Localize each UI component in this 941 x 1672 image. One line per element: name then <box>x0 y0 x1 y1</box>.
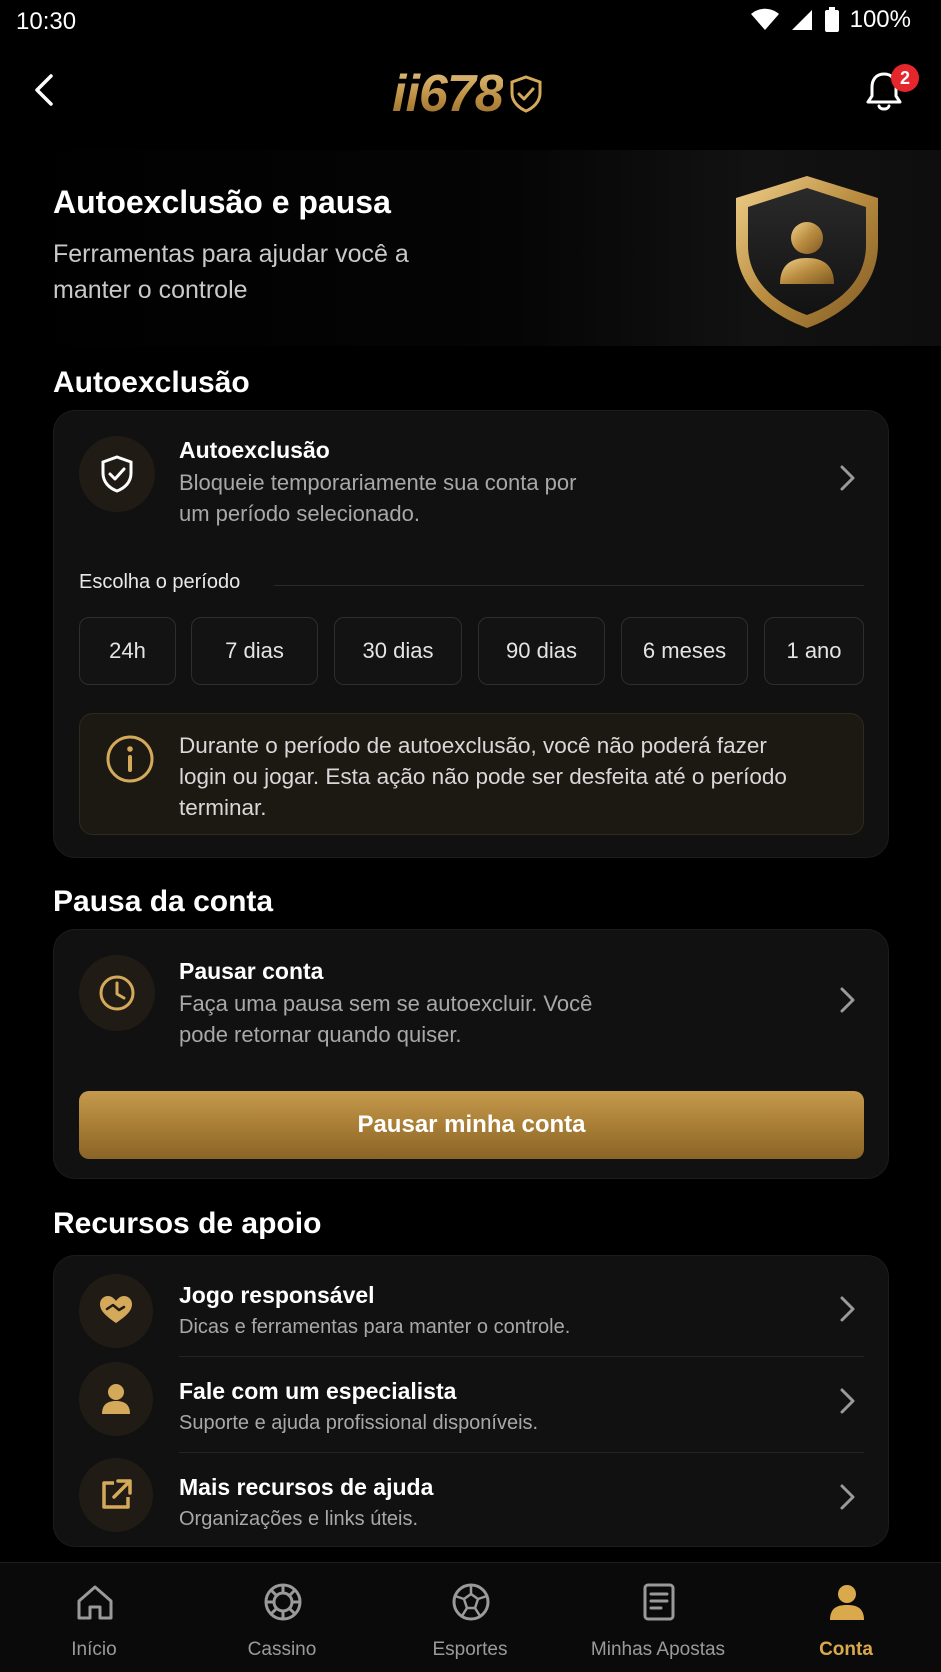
handshake-heart-icon <box>100 1296 132 1323</box>
wifi-icon <box>750 8 779 30</box>
brand-logo: ii678 <box>392 64 543 124</box>
nav-label: Início <box>71 1639 117 1660</box>
support-resources-card: Jogo responsável Dicas e ferramentas par… <box>53 1255 889 1547</box>
battery-percent: 100% <box>849 6 911 33</box>
chevron-right-icon <box>840 1296 855 1322</box>
page-subtitle: Ferramentas para ajudar você a manter o … <box>53 240 409 304</box>
warning-box: Durante o período de autoexclusão, você … <box>79 713 864 835</box>
person-icon <box>102 1384 130 1414</box>
support-item-subtitle: Suporte e ajuda profissional disponíveis… <box>179 1412 539 1434</box>
period-option-30-days[interactable]: 30 dias <box>334 617 462 685</box>
section-title-account-pause: Pausa da conta <box>53 885 274 918</box>
account-pause-card: Pausar conta Faça uma pausa sem se autoe… <box>53 929 889 1179</box>
period-option-1-year[interactable]: 1 ano <box>764 617 864 685</box>
chevron-right-icon <box>840 1388 855 1414</box>
support-icon-wrap <box>79 1274 153 1348</box>
support-item-specialist[interactable]: Fale com um especialista Suporte e ajuda… <box>54 1356 890 1452</box>
shield-check-icon <box>510 75 542 113</box>
section-title-self-exclusion: Autoexclusão <box>53 366 250 399</box>
support-item-title: Mais recursos de ajuda <box>179 1474 434 1500</box>
chevron-right-icon[interactable] <box>834 985 860 1015</box>
info-icon <box>106 735 154 783</box>
user-icon <box>830 1585 864 1620</box>
nav-item-sports[interactable]: Esportes <box>376 1563 564 1672</box>
top-bar: ii678 2 <box>0 56 941 136</box>
self-exclusion-row-subtitle: Bloqueie temporariamente sua conta por u… <box>179 470 577 526</box>
chevron-right-icon <box>840 1484 855 1510</box>
nav-label: Esportes <box>432 1639 508 1660</box>
notification-badge: 2 <box>891 64 919 92</box>
pause-icon-wrap <box>79 955 155 1031</box>
document-icon <box>643 1583 675 1621</box>
clock-icon <box>99 975 135 1011</box>
support-item-subtitle: Organizações e links úteis. <box>179 1508 419 1530</box>
nav-label: Conta <box>819 1639 873 1660</box>
hero-banner: Autoexclusão e pausa Ferramentas para aj… <box>0 150 941 346</box>
section-title-support: Recursos de apoio <box>53 1207 322 1240</box>
pause-row-subtitle: Faça uma pausa sem se autoexcluir. Você … <box>179 991 593 1047</box>
support-item-title: Fale com um especialista <box>179 1378 457 1404</box>
chevron-right-icon[interactable] <box>834 463 860 493</box>
support-item-title: Jogo responsável <box>179 1282 375 1308</box>
period-option-90-days[interactable]: 90 dias <box>478 617 605 685</box>
status-time: 10:30 <box>16 8 77 35</box>
signal-icon <box>791 10 812 30</box>
self-exclusion-card: Autoexclusão Bloqueie temporariamente su… <box>53 410 889 858</box>
warning-text: Durante o período de autoexclusão, você … <box>179 733 787 820</box>
nav-label: Cassino <box>247 1639 317 1660</box>
soccer-ball-icon <box>452 1583 490 1621</box>
bottom-navigation: Início Cassino Esportes Minhas Apostas C… <box>0 1562 941 1672</box>
shield-person-icon <box>736 176 878 328</box>
nav-item-my-bets[interactable]: Minhas Apostas <box>564 1563 752 1672</box>
self-exclusion-row-title: Autoexclusão <box>179 437 330 463</box>
nav-item-home[interactable]: Início <box>0 1563 188 1672</box>
back-button[interactable] <box>24 70 64 110</box>
shield-check-icon <box>101 455 133 493</box>
logo-text: ii678 <box>392 65 504 123</box>
support-icon-wrap <box>79 1458 153 1532</box>
divider <box>274 585 864 586</box>
period-option-6-months[interactable]: 6 meses <box>621 617 748 685</box>
home-icon <box>77 1585 113 1620</box>
battery-icon <box>824 7 839 32</box>
support-item-more-resources[interactable]: Mais recursos de ajuda Organizações e li… <box>54 1452 890 1548</box>
period-option-24h[interactable]: 24h <box>79 617 176 685</box>
nav-item-account[interactable]: Conta <box>752 1563 940 1672</box>
support-item-responsible-gaming[interactable]: Jogo responsável Dicas e ferramentas par… <box>54 1256 890 1352</box>
external-link-icon <box>102 1479 132 1509</box>
period-option-7-days[interactable]: 7 dias <box>191 617 318 685</box>
support-icon-wrap <box>79 1362 153 1436</box>
page-title: Autoexclusão e pausa <box>53 184 391 220</box>
nav-item-casino[interactable]: Cassino <box>188 1563 376 1672</box>
period-label: Escolha o período <box>79 571 241 593</box>
chip-icon <box>264 1583 302 1621</box>
status-bar: 10:30 100% <box>0 0 941 44</box>
pause-account-button[interactable]: Pausar minha conta <box>79 1091 864 1159</box>
support-item-subtitle: Dicas e ferramentas para manter o contro… <box>179 1316 571 1338</box>
self-exclusion-icon-wrap <box>79 436 155 512</box>
pause-row-title: Pausar conta <box>179 958 324 984</box>
nav-label: Minhas Apostas <box>590 1639 726 1660</box>
chevron-left-icon <box>35 74 53 106</box>
